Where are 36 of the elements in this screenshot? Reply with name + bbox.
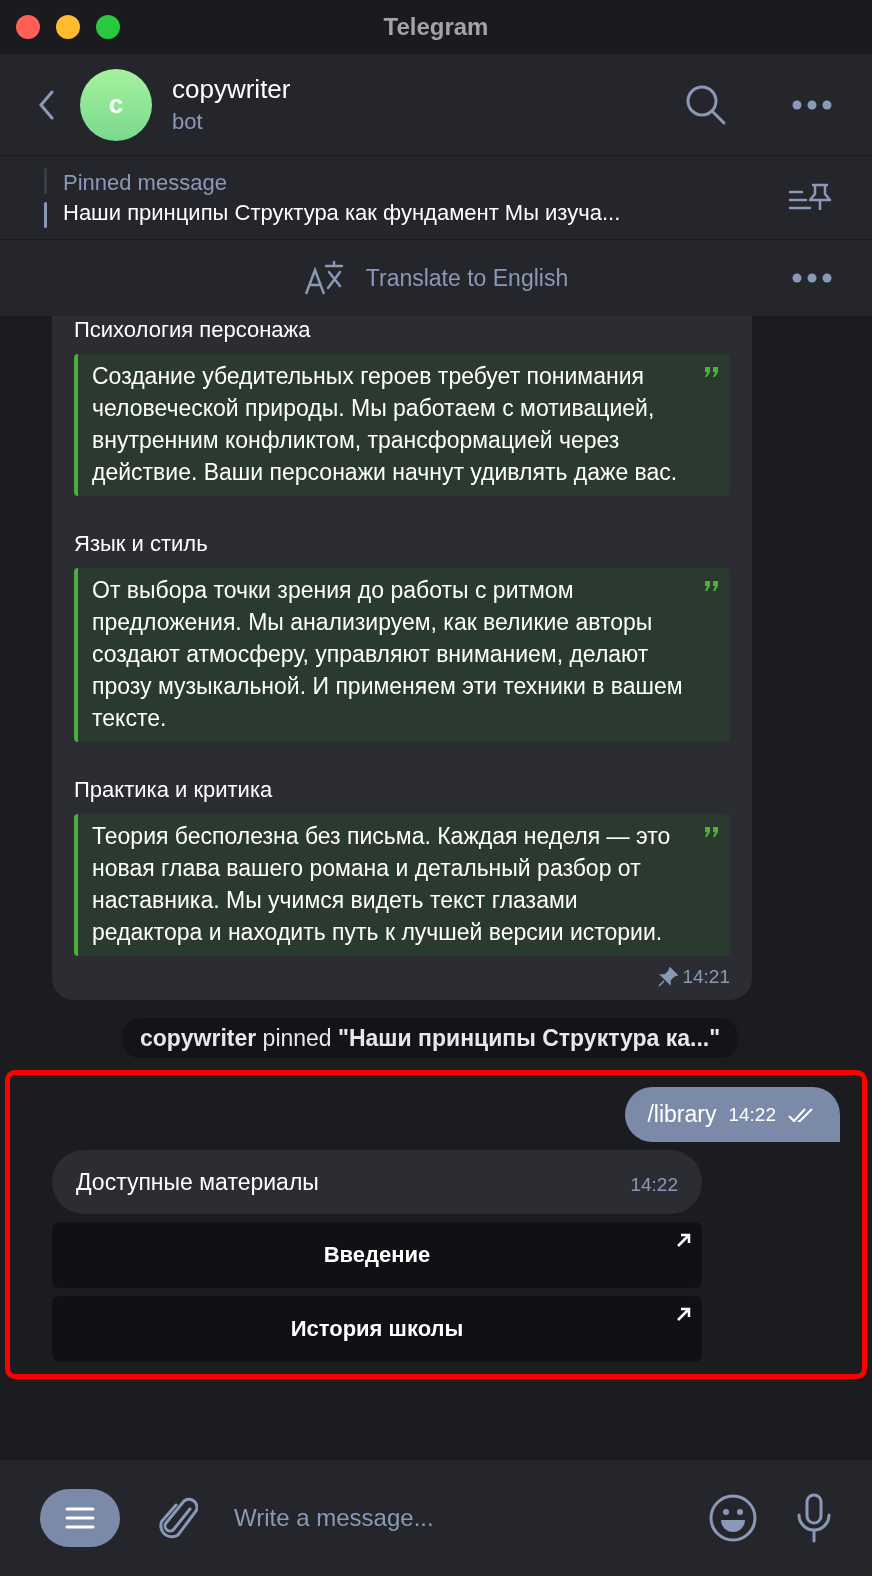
message-time: 14:22 — [630, 1173, 678, 1196]
section-heading: Практика и критика — [74, 776, 273, 804]
arrow-icon — [676, 1306, 692, 1322]
message-time: 14:22 — [728, 1103, 776, 1126]
more-icon[interactable] — [792, 99, 832, 110]
close-window-button[interactable] — [16, 15, 40, 39]
zoom-window-button[interactable] — [96, 15, 120, 39]
chat-name: copywriter — [172, 74, 292, 105]
window-title: Telegram — [383, 13, 489, 41]
message-text: Доступные материалы — [76, 1168, 319, 1196]
section-heading: Язык и стиль — [74, 530, 208, 558]
arrow-icon — [676, 1232, 692, 1248]
back-icon[interactable] — [38, 89, 54, 120]
emoji-icon[interactable] — [708, 1493, 758, 1543]
quote-mark-icon — [704, 366, 720, 378]
message-time: 14:21 — [682, 966, 730, 988]
menu-icon — [65, 1507, 95, 1529]
chat-status: bot — [172, 109, 204, 135]
translate-button[interactable]: Translate to English — [365, 264, 569, 292]
translate-icon[interactable] — [303, 260, 344, 296]
quote-text: От выбора точки зрения до работы с ритмом предложения. Мы анализируем, как великие авторы создают атмосферу, управляют вниманием, делают прозу музыкальной. И применяем эти техники в вашем тексте. — [92, 576, 684, 733]
inline-keyboard-button[interactable]: История школы — [52, 1296, 702, 1362]
pinned-label: Pinned message — [63, 169, 228, 196]
menu-button[interactable] — [40, 1489, 120, 1547]
more-icon[interactable] — [792, 273, 832, 283]
quote-text: Создание убедительных героев требует понимания человеческой природы. Мы работаем с мотивацией, внутренним конфликтом, трансформацией через действие. Ваши персонажи начнут удивлять даже вас. — [92, 362, 679, 487]
quote-mark-icon — [704, 826, 720, 838]
message-text: /library — [647, 1101, 717, 1128]
pinned-message-text[interactable]: Наши принципы Структура как фундамент Мы изуча... — [63, 199, 788, 226]
quote-text: Теория бесполезна без письма. Каждая неделя — это новая глава вашего романа и детальный разбор от наставника. Мы учимся видеть текст глазами редактора и находить путь к лучшей версии истории. — [92, 822, 672, 947]
inline-keyboard-button[interactable]: Введение — [52, 1222, 702, 1288]
microphone-icon[interactable] — [796, 1493, 832, 1543]
quote-mark-icon — [704, 580, 720, 592]
service-message: copywriter pinned "Наши принципы Структура ка..." — [121, 1018, 739, 1058]
minimize-window-button[interactable] — [56, 15, 80, 39]
section-heading: Психология персонажа — [74, 316, 311, 344]
